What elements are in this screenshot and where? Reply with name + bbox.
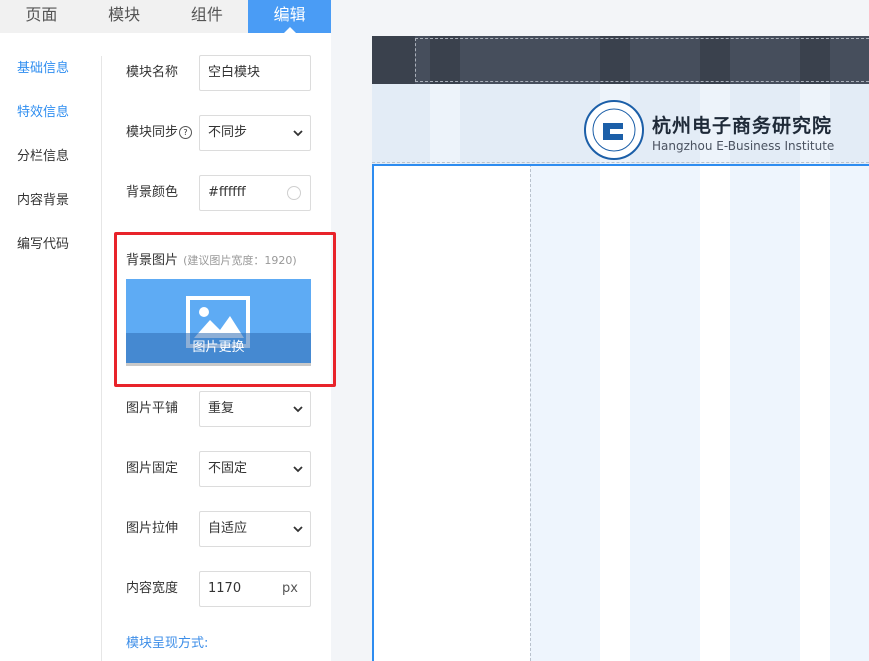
tab-page[interactable]: 页面: [0, 0, 83, 33]
image-stretch-label: 图片拉伸: [126, 521, 179, 536]
image-stretch-value: 自适应: [208, 521, 248, 536]
image-fixed-label: 图片固定: [126, 461, 179, 476]
row-image-stretch: 图片拉伸 自适应: [126, 511, 311, 547]
preview-content-area[interactable]: [372, 164, 869, 661]
panel-divider: [101, 56, 102, 661]
module-name-value: 空白模块: [208, 65, 261, 80]
tab-component[interactable]: 组件: [166, 0, 249, 33]
sidenav-write-code[interactable]: 编写代码: [17, 233, 69, 252]
row-content-width: 内容宽度 1170 px: [126, 571, 311, 607]
nav-block: [372, 36, 415, 84]
nav-selection-outline: [415, 38, 869, 82]
module-name-input[interactable]: 空白模块: [199, 55, 311, 91]
grid-column: [430, 84, 460, 164]
settings-panel: 页面 模块 组件 编辑 基础信息 特效信息 分栏信息 内容背景 编写代码 模块名…: [0, 0, 336, 661]
sidenav-effect-info[interactable]: 特效信息: [17, 101, 69, 120]
help-icon[interactable]: ?: [179, 126, 193, 139]
display-mode-title: 模块呈现方式:: [126, 636, 209, 651]
selected-edge-top: [372, 164, 869, 166]
image-stretch-select[interactable]: 自适应: [199, 511, 311, 547]
image-tile-value: 重复: [208, 401, 235, 416]
bg-color-value: #ffffff: [208, 185, 246, 200]
sidenav-column-info[interactable]: 分栏信息: [17, 145, 69, 164]
image-tile-label: 图片平铺: [126, 401, 179, 416]
chevron-down-icon: [293, 526, 303, 533]
highlight-box: [114, 232, 336, 387]
content-width-unit: px: [282, 581, 298, 596]
preview-canvas[interactable]: 杭州电子商务研究院 Hangzhou E-Business Institute: [372, 36, 869, 661]
column-dash-line: [530, 164, 532, 661]
row-bg-color: 背景颜色 #ffffff: [126, 175, 311, 211]
tab-module[interactable]: 模块: [83, 0, 166, 33]
grid-column: [630, 164, 700, 661]
brand-subtitle: Hangzhou E-Business Institute: [652, 139, 835, 153]
grid-column: [830, 164, 869, 661]
module-sync-label: 模块同步?: [126, 115, 193, 151]
preview-header[interactable]: 杭州电子商务研究院 Hangzhou E-Business Institute: [372, 84, 869, 164]
bg-color-input[interactable]: #ffffff: [199, 175, 311, 211]
preview-nav-strip[interactable]: [372, 36, 869, 84]
module-sync-value: 不同步: [208, 125, 248, 140]
grid-column: [730, 164, 800, 661]
sidenav-basic-info[interactable]: 基础信息: [17, 57, 69, 76]
module-name-label: 模块名称: [126, 65, 179, 80]
module-sync-select[interactable]: 不同步: [199, 115, 311, 151]
color-swatch-icon[interactable]: [287, 186, 301, 200]
sidenav-content-background[interactable]: 内容背景: [17, 189, 69, 208]
image-fixed-select[interactable]: 不固定: [199, 451, 311, 487]
content-width-label: 内容宽度: [126, 581, 179, 596]
content-width-input[interactable]: 1170 px: [199, 571, 311, 607]
row-module-sync: 模块同步? 不同步: [126, 115, 311, 151]
row-module-name: 模块名称 空白模块: [126, 55, 311, 91]
grid-column: [530, 164, 600, 661]
brand-title: 杭州电子商务研究院: [652, 115, 833, 137]
row-image-tile: 图片平铺 重复: [126, 391, 311, 427]
chevron-down-icon: [293, 406, 303, 413]
chevron-down-icon: [293, 466, 303, 473]
row-image-fixed: 图片固定 不固定: [126, 451, 311, 487]
content-width-value: 1170: [208, 581, 242, 596]
bg-color-label: 背景颜色: [126, 185, 179, 200]
logo-icon: [584, 100, 644, 160]
top-tabs: 页面 模块 组件 编辑: [0, 0, 331, 33]
image-tile-select[interactable]: 重复: [199, 391, 311, 427]
image-fixed-value: 不固定: [208, 461, 248, 476]
tab-edit[interactable]: 编辑: [248, 0, 331, 33]
selected-edge-left: [372, 164, 374, 661]
chevron-down-icon: [293, 130, 303, 137]
